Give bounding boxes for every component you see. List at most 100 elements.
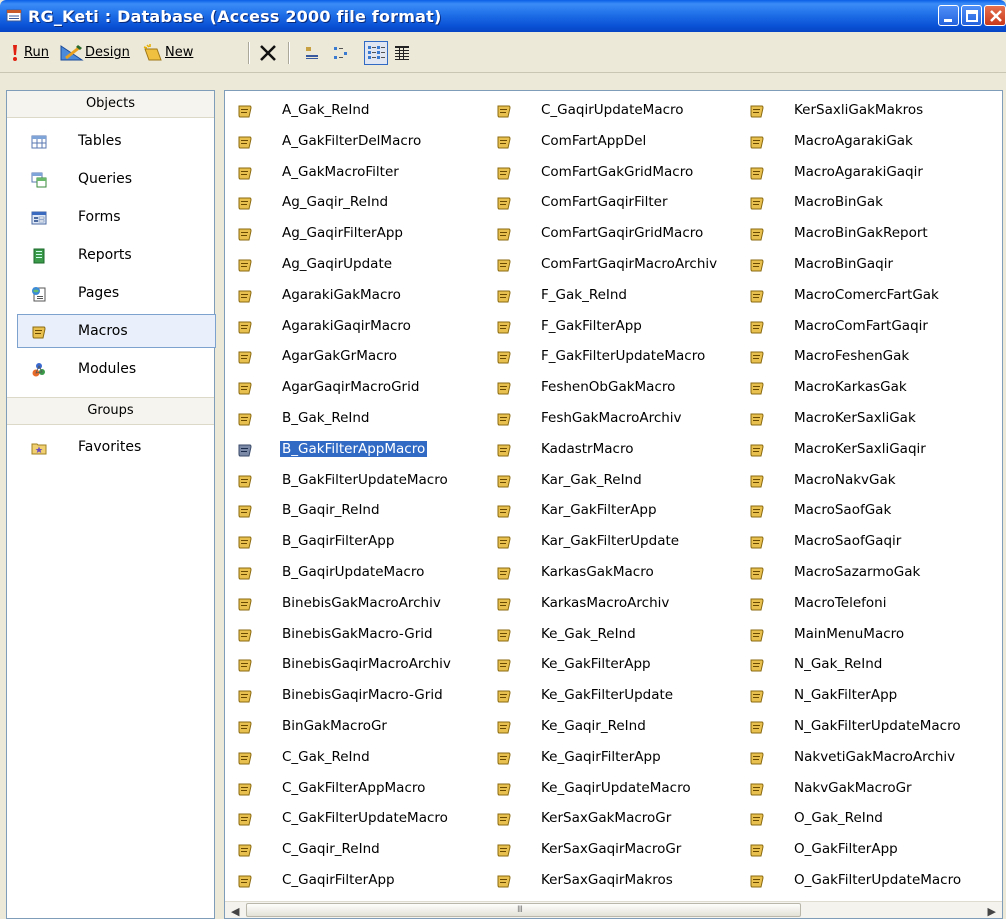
macro-item[interactable]: C_GaqirUpdateMacro — [496, 98, 726, 124]
scroll-right-arrow[interactable]: ▶ — [988, 905, 996, 918]
macro-item[interactable]: Ke_GaqirFilterApp — [496, 745, 726, 771]
object-modules[interactable]: Modules — [7, 353, 214, 387]
macro-item[interactable]: KerSaxliGakMakros — [749, 98, 979, 124]
object-reports[interactable]: Reports — [7, 239, 214, 273]
macro-item[interactable]: MacroKerSaxliGaqir — [749, 437, 979, 463]
minimize-button[interactable] — [938, 5, 959, 26]
macro-item[interactable]: ComFartGaqirGridMacro — [496, 221, 726, 247]
macro-item[interactable]: BinebisGaqirMacro-Grid — [237, 683, 467, 709]
macro-item[interactable]: AgarGakGrMacro — [237, 344, 467, 370]
macro-item[interactable]: Ke_GakFilterApp — [496, 652, 726, 678]
macro-item[interactable]: B_GakFilterUpdateMacro — [237, 468, 467, 494]
macro-item[interactable]: MacroKerSaxliGak — [749, 406, 979, 432]
macro-item[interactable]: MacroBinGaqir — [749, 252, 979, 278]
macro-item[interactable]: Kar_Gak_ReInd — [496, 468, 726, 494]
macro-item[interactable]: F_GakFilterApp — [496, 314, 726, 340]
macro-item[interactable]: MacroBinGakReport — [749, 221, 979, 247]
macro-item[interactable]: ComFartAppDel — [496, 129, 726, 155]
macro-item[interactable]: NakvetiGakMacroArchiv — [749, 745, 979, 771]
macro-item[interactable]: KarkasMacroArchiv — [496, 591, 726, 617]
macro-item[interactable]: KerSaxGaqirMakros — [496, 868, 726, 894]
macro-item[interactable]: MacroComFartGaqir — [749, 314, 979, 340]
macro-item[interactable]: A_Gak_ReInd — [237, 98, 467, 124]
macro-item[interactable]: Kar_GakFilterApp — [496, 498, 726, 524]
macro-item[interactable]: AgarakiGakMacro — [237, 283, 467, 309]
group-favorites[interactable]: Favorites — [7, 431, 214, 465]
macro-item[interactable]: AgarGaqirMacroGrid — [237, 375, 467, 401]
scrollbar-thumb[interactable]: III — [246, 903, 801, 917]
macro-item[interactable]: B_GaqirUpdateMacro — [237, 560, 467, 586]
macro-item[interactable]: O_GakFilterApp — [749, 837, 979, 863]
macro-item[interactable]: ComFartGaqirMacroArchiv — [496, 252, 726, 278]
macro-item[interactable]: Ke_GakFilterUpdate — [496, 683, 726, 709]
macro-item[interactable]: B_GakFilterAppMacro — [237, 437, 467, 463]
macro-item[interactable]: Ke_Gaqir_ReInd — [496, 714, 726, 740]
macro-item[interactable]: Ag_Gaqir_ReInd — [237, 190, 467, 216]
macro-item[interactable]: F_GakFilterUpdateMacro — [496, 344, 726, 370]
macro-item[interactable]: N_GakFilterUpdateMacro — [749, 714, 979, 740]
object-pages[interactable]: Pages — [7, 277, 214, 311]
macro-item[interactable]: AgarakiGaqirMacro — [237, 314, 467, 340]
macro-item[interactable]: A_GakFilterDelMacro — [237, 129, 467, 155]
macro-item[interactable]: Ag_GaqirUpdate — [237, 252, 467, 278]
small-icons-view-button[interactable] — [330, 41, 354, 65]
object-queries[interactable]: Queries — [7, 163, 214, 197]
window-title-bar[interactable]: RG_Keti : Database (Access 2000 file for… — [0, 0, 1006, 32]
macro-item[interactable]: MacroFeshenGak — [749, 344, 979, 370]
large-icons-view-button[interactable] — [300, 41, 324, 65]
macro-item[interactable]: KerSaxGaqirMacroGr — [496, 837, 726, 863]
delete-button[interactable] — [258, 42, 280, 64]
macro-item[interactable]: MacroNakvGak — [749, 468, 979, 494]
groups-header[interactable]: Groups — [7, 397, 214, 425]
macro-item[interactable]: C_GaqirFilterApp — [237, 868, 467, 894]
macro-item[interactable]: B_Gak_ReInd — [237, 406, 467, 432]
object-forms[interactable]: Forms — [7, 201, 214, 235]
details-view-button[interactable] — [390, 41, 414, 65]
macro-item[interactable]: Ke_Gak_ReInd — [496, 622, 726, 648]
maximize-button[interactable] — [961, 5, 982, 26]
macro-item[interactable]: MacroAgarakiGaqir — [749, 160, 979, 186]
macro-item[interactable]: C_GakFilterAppMacro — [237, 776, 467, 802]
macro-item[interactable]: Ag_GaqirFilterApp — [237, 221, 467, 247]
macro-item[interactable]: O_Gak_ReInd — [749, 806, 979, 832]
macro-item[interactable]: BinebisGaqirMacroArchiv — [237, 652, 467, 678]
macro-item[interactable]: N_Gak_ReInd — [749, 652, 979, 678]
macro-item[interactable]: MacroSaofGak — [749, 498, 979, 524]
design-button[interactable]: Design — [60, 42, 140, 64]
objects-header[interactable]: Objects — [7, 91, 214, 118]
macro-item[interactable]: C_Gaqir_ReInd — [237, 837, 467, 863]
macro-item[interactable]: KerSaxGakMacroGr — [496, 806, 726, 832]
horizontal-scrollbar[interactable]: ◀ III ▶ — [225, 901, 1002, 918]
macro-item[interactable]: B_Gaqir_ReInd — [237, 498, 467, 524]
object-tables[interactable]: Tables — [7, 125, 214, 159]
macro-item[interactable]: ComFartGakGridMacro — [496, 160, 726, 186]
macro-item[interactable]: A_GakMacroFilter — [237, 160, 467, 186]
macro-item[interactable]: BinebisGakMacroArchiv — [237, 591, 467, 617]
macro-item[interactable]: FeshGakMacroArchiv — [496, 406, 726, 432]
close-button[interactable] — [984, 5, 1006, 26]
macro-item[interactable]: F_Gak_ReInd — [496, 283, 726, 309]
macro-item[interactable]: MacroComercFartGak — [749, 283, 979, 309]
macro-item[interactable]: BinebisGakMacro-Grid — [237, 622, 467, 648]
new-button[interactable]: New — [143, 42, 239, 64]
macro-item[interactable]: Ke_GaqirUpdateMacro — [496, 776, 726, 802]
macro-item[interactable]: B_GaqirFilterApp — [237, 529, 467, 555]
macro-item[interactable]: N_GakFilterApp — [749, 683, 979, 709]
macro-item[interactable]: FeshenObGakMacro — [496, 375, 726, 401]
object-macros[interactable]: Macros — [17, 314, 216, 348]
macro-item[interactable]: C_Gak_ReInd — [237, 745, 467, 771]
macro-item[interactable]: NakvGakMacroGr — [749, 776, 979, 802]
macro-item[interactable]: O_GakFilterUpdateMacro — [749, 868, 979, 894]
macro-item[interactable]: ComFartGaqirFilter — [496, 190, 726, 216]
macro-item[interactable]: MacroAgarakiGak — [749, 129, 979, 155]
macro-item[interactable]: MacroTelefoni — [749, 591, 979, 617]
macro-item[interactable]: Kar_GakFilterUpdate — [496, 529, 726, 555]
macro-item[interactable]: MainMenuMacro — [749, 622, 979, 648]
scroll-left-arrow[interactable]: ◀ — [231, 905, 239, 918]
macro-item[interactable]: KarkasGakMacro — [496, 560, 726, 586]
macro-item[interactable]: BinGakMacroGr — [237, 714, 467, 740]
list-view-button[interactable] — [364, 41, 388, 65]
run-button[interactable]: Run — [8, 42, 56, 64]
macro-item[interactable]: C_GakFilterUpdateMacro — [237, 806, 467, 832]
macro-item[interactable]: MacroSazarmoGak — [749, 560, 979, 586]
